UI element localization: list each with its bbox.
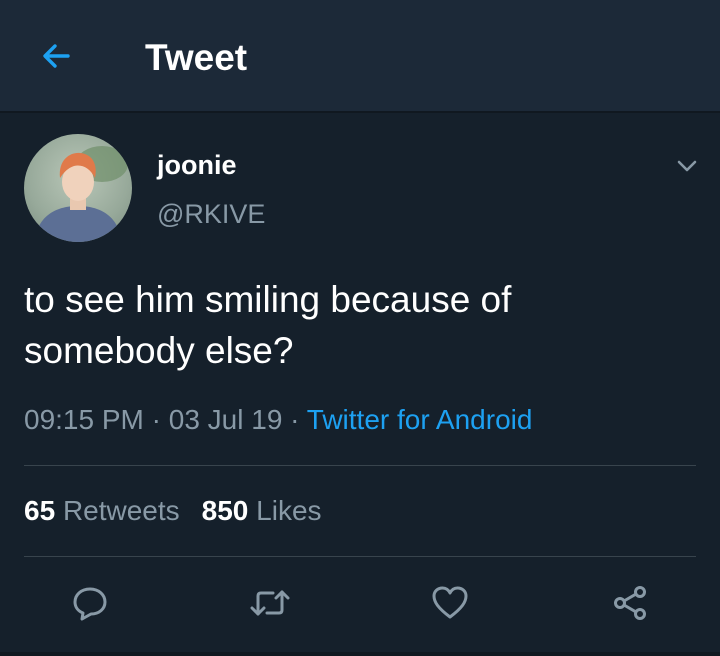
back-button[interactable]	[36, 36, 76, 76]
display-name[interactable]: joonie	[157, 149, 237, 181]
tweet-source-link[interactable]: Twitter for Android	[307, 404, 533, 435]
retweets-stat[interactable]: 65 Retweets	[24, 495, 180, 526]
top-app-bar: Tweet	[0, 0, 720, 113]
avatar[interactable]	[24, 134, 132, 242]
meta-separator: ·	[290, 404, 300, 435]
retweets-label: Retweets	[62, 495, 180, 526]
chevron-down-icon	[677, 160, 697, 172]
divider	[24, 465, 696, 466]
user-handle[interactable]: @RKIVE	[157, 198, 265, 230]
tweet-time: 09:15 PM	[24, 404, 144, 435]
tweet-actions	[0, 578, 720, 628]
tweet-text-line: somebody else?	[24, 330, 294, 371]
likes-count: 850	[201, 495, 249, 526]
tweet-text-line: to see him smiling because of	[24, 279, 512, 320]
share-icon	[614, 586, 646, 620]
like-button[interactable]	[425, 578, 475, 628]
tweet-text: to see him smiling because of somebody e…	[24, 274, 694, 376]
page-title: Tweet	[145, 37, 248, 78]
tweet-menu-button[interactable]	[672, 151, 702, 181]
bottom-divider	[0, 652, 720, 656]
tweet-date: 03 Jul 19	[168, 404, 283, 435]
retweets-count: 65	[24, 495, 56, 526]
tweet-meta: 09:15 PM · 03 Jul 19 · Twitter for Andro…	[24, 403, 532, 437]
reply-icon	[73, 587, 107, 621]
likes-stat[interactable]: 850 Likes	[202, 495, 322, 526]
likes-label: Likes	[256, 495, 322, 526]
arrow-left-icon	[43, 44, 70, 68]
meta-separator: ·	[151, 404, 161, 435]
like-icon	[432, 586, 468, 619]
divider	[24, 556, 696, 557]
tweet-stats: 65 Retweets 850 Likes	[24, 494, 322, 528]
profile-photo	[34, 146, 128, 242]
retweet-button[interactable]	[245, 578, 295, 628]
retweet-icon	[250, 590, 290, 616]
share-button[interactable]	[605, 578, 655, 628]
reply-button[interactable]	[65, 578, 115, 628]
